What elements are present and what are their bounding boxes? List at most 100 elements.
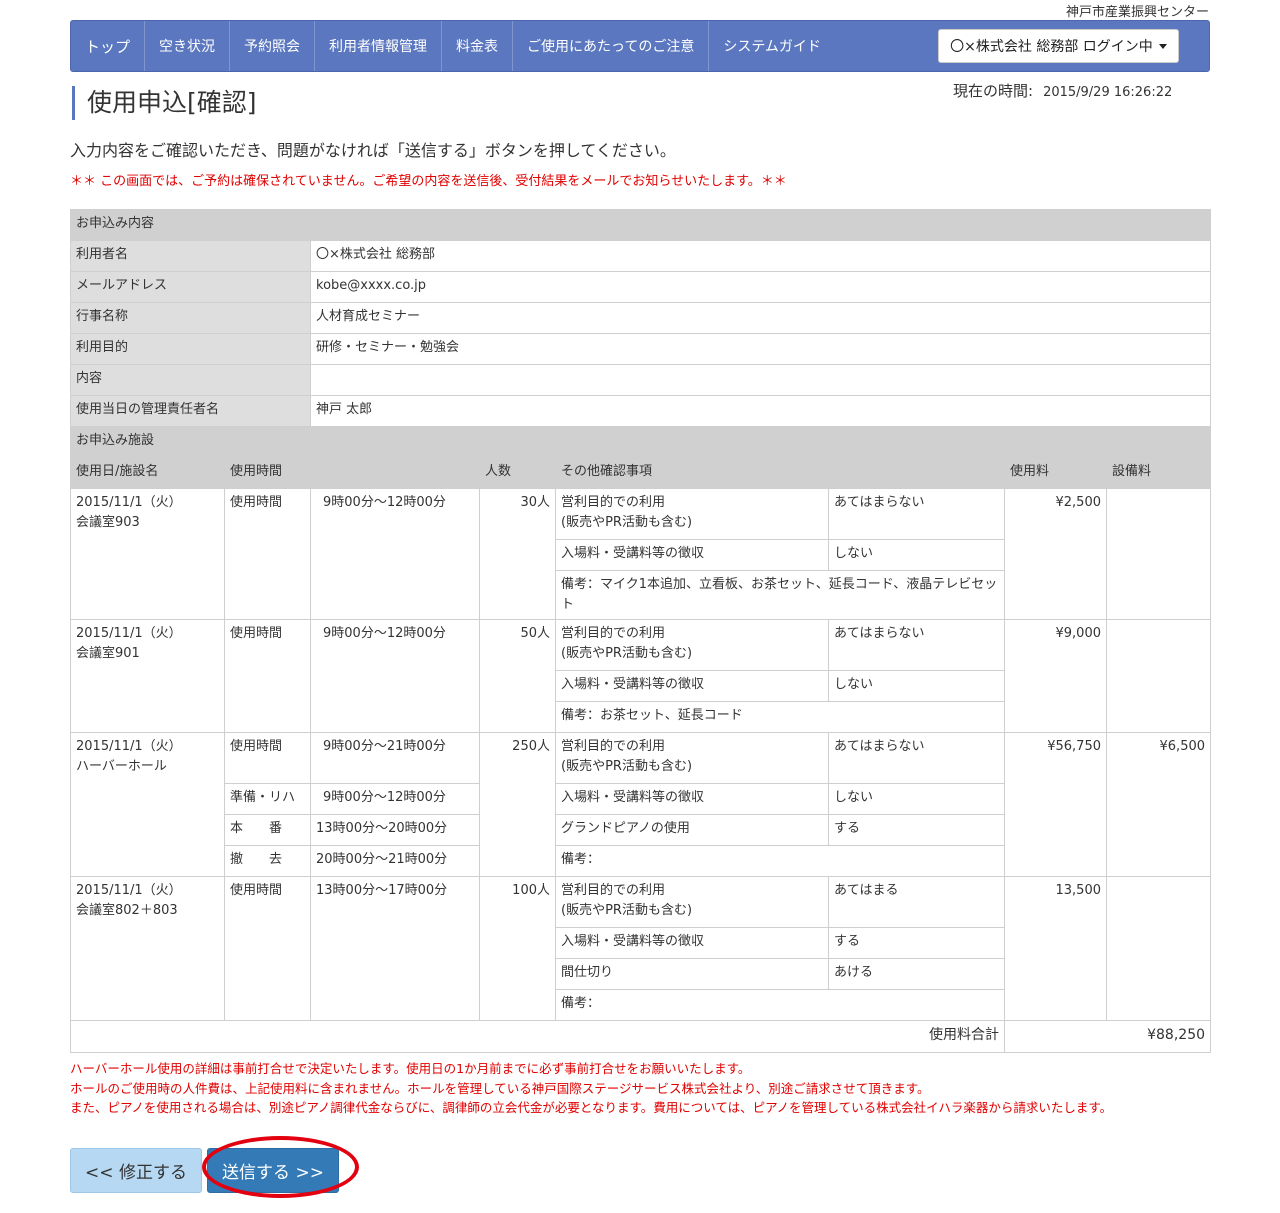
nav-price-list[interactable]: 料金表	[442, 21, 514, 71]
time-value: 9時00分～12時00分	[310, 488, 480, 620]
col-date-facility: 使用日/施設名	[70, 457, 225, 489]
time-label: 使用時間	[224, 732, 311, 784]
remarks: 備考：	[555, 989, 1005, 1021]
field-label: メールアドレス	[70, 271, 311, 303]
main-navbar: トップ 空き状況 予約照会 利用者情報管理 料金表 ご使用にあたってのご注意 シ…	[70, 20, 1210, 72]
notes: ハーバーホール使用の詳細は事前打合せで決定いたします。使用日の1か月前までに必ず…	[70, 1059, 1112, 1118]
check-value: しない	[828, 670, 1005, 702]
col-time: 使用時間	[224, 457, 480, 489]
application-table: お申込み内容 利用者名 〇×株式会社 総務部 メールアドレス kobe@xxxx.c…	[69, 209, 1212, 1053]
row-facility: 会議室903	[76, 515, 140, 530]
check-value: あてはまらない	[828, 488, 1005, 540]
row-facility: 会議室901	[76, 646, 140, 661]
field-label: 利用者名	[70, 240, 311, 272]
check-label: 営利目的での利用	[561, 495, 666, 510]
time-label: 撤 去	[224, 845, 311, 877]
total-value: ¥88,250	[1003, 1020, 1212, 1053]
field-label: 内容	[70, 364, 311, 396]
current-time: 現在の時間: 2015/9/29 16:26:22	[953, 80, 1172, 101]
org-name: 神戸市産業振興センター	[1065, 5, 1209, 20]
check-label: グランドピアノの使用	[555, 814, 829, 846]
people-count: 50人	[479, 619, 556, 733]
check-value: あてはまらない	[828, 732, 1005, 784]
field-label: 行事名称	[70, 302, 311, 334]
time-value: 13時00分～20時00分	[310, 814, 480, 846]
remarks: 備考：	[555, 845, 1005, 877]
people-count: 250人	[479, 732, 556, 877]
row-facility: ハーバーホール	[76, 759, 167, 774]
note-line: ホールのご使用時の人件費は、上記使用料に含まれません。ホールを管理している神戸国…	[70, 1080, 930, 1096]
field-value: 研修・セミナー・勉強会	[309, 333, 1212, 365]
time-label: 使用時間	[224, 876, 311, 1021]
row-date: 2015/11/1（火）	[76, 739, 182, 754]
time-value: 9時00分～12時00分	[310, 783, 480, 815]
intro-text: 入力内容をご確認いただき、問題がなければ「送信する」ボタンを押してください。	[70, 141, 676, 160]
equip-fee	[1105, 488, 1212, 620]
equip-fee	[1105, 619, 1212, 733]
time-value: 9時00分～21時00分	[310, 732, 480, 784]
check-label: 入場料・受講料等の徴収	[555, 927, 829, 959]
check-value: しない	[828, 783, 1005, 815]
col-equip-fee: 設備料	[1105, 457, 1212, 489]
time-value: 13時00分～17時00分	[310, 876, 480, 1021]
page-title: 使用申込[確認]	[72, 86, 257, 120]
total-label: 使用料合計	[70, 1020, 1005, 1053]
check-sub: (販売やPR活動も含む)	[561, 759, 693, 774]
table-row: 2015/11/1（火） 会議室802＋803 使用時間 13時00分～17時00…	[70, 876, 1212, 1021]
note-line: ハーバーホール使用の詳細は事前打合せで決定いたします。使用日の1か月前までに必ず…	[70, 1061, 751, 1076]
equip-fee: ¥6,500	[1105, 732, 1212, 877]
time-label: 使用時間	[224, 619, 311, 733]
row-date: 2015/11/1（火）	[76, 883, 182, 898]
row-date: 2015/11/1（火）	[76, 495, 182, 510]
time-value: 20時00分～21時00分	[310, 845, 480, 877]
check-value: する	[828, 927, 1005, 959]
time-label: 本 番	[224, 814, 311, 846]
check-value: あてはまらない	[828, 619, 1005, 671]
remarks: 備考：マイク1本追加、立看板、お茶セット、延長コード、液晶テレビセット	[555, 570, 1005, 620]
submit-button[interactable]: 送信する >>	[207, 1148, 339, 1193]
row-date: 2015/11/1（火）	[76, 626, 182, 641]
fee: ¥2,500	[1004, 488, 1107, 620]
field-label: 使用当日の管理責任者名	[70, 395, 311, 427]
check-sub: (販売やPR活動も含む)	[561, 515, 693, 530]
check-label: 入場料・受講料等の徴収	[555, 783, 829, 815]
fee: ¥9,000	[1004, 619, 1107, 733]
table-row: 2015/11/1（火） 会議室901 使用時間 9時00分～12時00分 50人…	[70, 619, 1212, 733]
check-label: 営利目的での利用	[561, 626, 666, 641]
warning-text: ＊＊ この画面では、ご予約は確保されていません。ご希望の内容を送信後、受付結果を…	[70, 174, 787, 189]
section-application: お申込み内容	[69, 209, 1212, 241]
field-value: 〇×株式会社 総務部	[309, 240, 1212, 272]
note-line: また、ピアノを使用される場合は、別途ピアノ調律代金ならびに、調律師の立会代金が必…	[70, 1100, 1113, 1115]
check-label: 間仕切り	[555, 958, 829, 990]
login-dropdown[interactable]: 〇×株式会社 総務部 ログイン中	[938, 29, 1179, 63]
check-value: する	[828, 814, 1005, 846]
field-value	[309, 364, 1212, 396]
section-facilities: お申込み施設	[69, 426, 1212, 458]
col-other-checks: その他確認事項	[555, 457, 1005, 489]
table-row: 2015/11/1（火） 会議室903 使用時間 9時00分～12時00分 30人…	[70, 488, 1212, 620]
nav-reservation-lookup[interactable]: 予約照会	[230, 21, 316, 71]
people-count: 30人	[479, 488, 556, 620]
login-label: 〇×株式会社 総務部 ログイン中	[950, 39, 1153, 55]
back-button[interactable]: << 修正する	[70, 1148, 202, 1193]
col-fee: 使用料	[1004, 457, 1107, 489]
nav-system-guide[interactable]: システムガイド	[709, 21, 835, 71]
nav-top[interactable]: トップ	[71, 21, 146, 71]
check-label: 入場料・受講料等の徴収	[555, 670, 829, 702]
check-label: 営利目的での利用	[561, 739, 666, 754]
nav-user-info[interactable]: 利用者情報管理	[315, 21, 443, 71]
field-value: kobe@xxxx.co.jp	[309, 271, 1212, 303]
check-value: しない	[828, 539, 1005, 571]
check-sub: (販売やPR活動も含む)	[561, 903, 693, 918]
nav-usage-notes[interactable]: ご使用にあたってのご注意	[513, 21, 710, 71]
field-value: 神戸 太郎	[309, 395, 1212, 427]
check-sub: (販売やPR活動も含む)	[561, 646, 693, 661]
time-label: 準備・リハ	[224, 783, 311, 815]
check-value: あける	[828, 958, 1005, 990]
check-value: あてはまる	[828, 876, 1005, 928]
remarks: 備考：お茶セット、延長コード	[555, 701, 1005, 733]
nav-availability[interactable]: 空き状況	[145, 21, 231, 71]
check-label: 営利目的での利用	[561, 883, 666, 898]
check-label: 入場料・受講料等の徴収	[555, 539, 829, 571]
table-row: 2015/11/1（火） ハーバーホール 使用時間 9時00分～21時00分 25…	[70, 732, 1212, 877]
